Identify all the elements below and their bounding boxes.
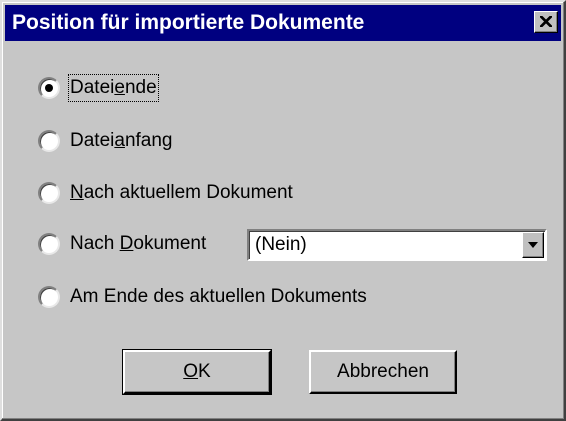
radio-label: Nach aktuellem Dokument — [70, 182, 293, 203]
radio-label: Am Ende des aktuellen Dokuments — [70, 286, 367, 307]
radio-am-ende-des-aktuellen-dokuments[interactable]: Am Ende des aktuellen Dokuments — [38, 284, 367, 310]
radio-button[interactable] — [38, 130, 60, 152]
radio-dateianfang[interactable]: Dateianfang — [38, 128, 172, 154]
radio-button[interactable] — [38, 233, 60, 255]
cancel-button[interactable]: Abbrechen — [309, 350, 457, 394]
radio-label: Nach Dokument — [70, 233, 207, 254]
cancel-button-label: Abbrechen — [337, 361, 429, 382]
document-select-value: (Nein) — [255, 234, 307, 255]
dialog-title: Position für importierte Dokumente — [12, 11, 365, 34]
radio-label: Dateiende — [68, 74, 159, 102]
chevron-down-icon — [528, 242, 538, 248]
radio-button[interactable] — [38, 182, 60, 204]
radio-button[interactable] — [38, 286, 60, 308]
title-bar[interactable]: Position für importierte Dokumente — [5, 5, 561, 41]
close-icon — [540, 16, 552, 27]
radio-selected-dot — [45, 84, 53, 92]
radio-dateiende[interactable]: Dateiende — [38, 74, 159, 102]
document-select[interactable]: (Nein) — [247, 229, 547, 261]
close-button[interactable] — [534, 11, 558, 33]
radio-button[interactable] — [38, 77, 60, 99]
import-position-dialog: Position für importierte Dokumente Datei… — [0, 0, 566, 421]
ok-button[interactable]: OK — [122, 349, 272, 395]
radio-label: Dateianfang — [70, 130, 173, 151]
ok-button-label: OK — [183, 361, 211, 382]
radio-nach-aktuellem-dokument[interactable]: Nach aktuellem Dokument — [38, 180, 293, 206]
dropdown-button[interactable] — [522, 232, 544, 258]
radio-nach-dokument[interactable]: Nach Dokument — [38, 231, 206, 257]
